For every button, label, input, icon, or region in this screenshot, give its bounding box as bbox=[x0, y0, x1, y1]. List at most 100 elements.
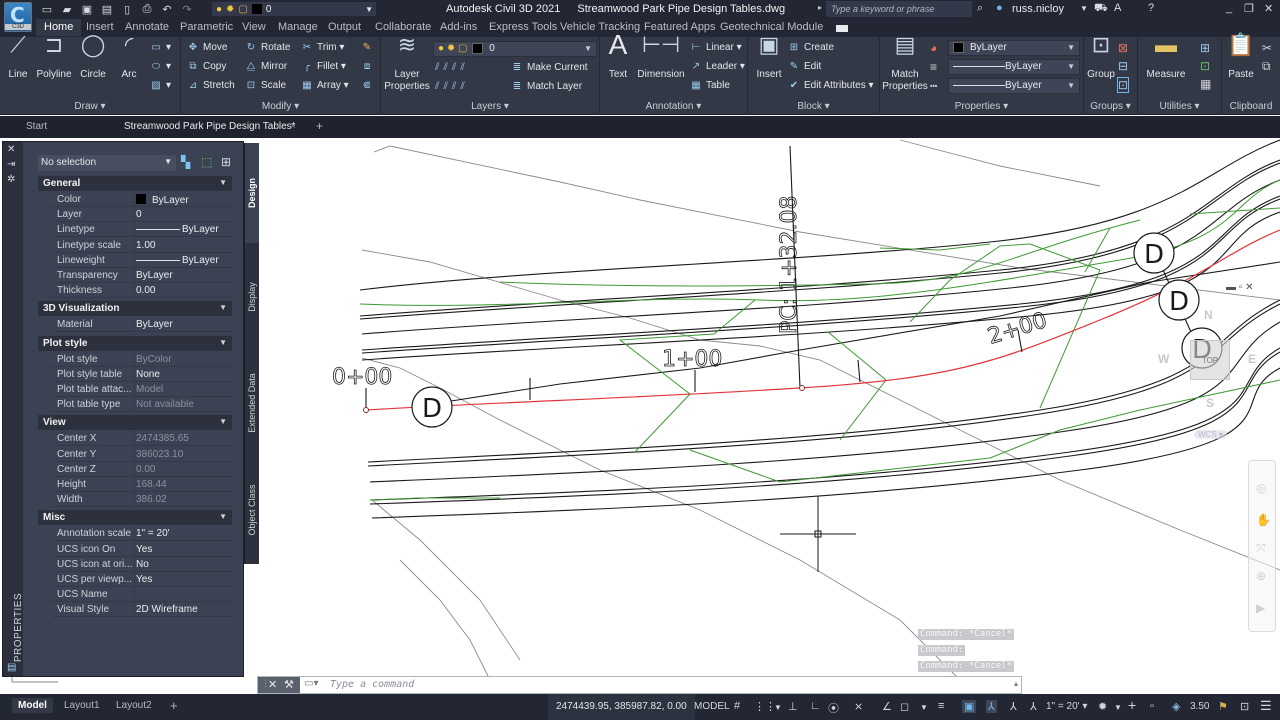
close-tab-icon[interactable]: × bbox=[290, 121, 296, 132]
cut-icon[interactable]: ✂ bbox=[1262, 41, 1272, 55]
property-value[interactable]: ByColor bbox=[136, 354, 172, 365]
edit-attributes-button[interactable]: ✔ Edit Attributes ▾ bbox=[786, 78, 874, 94]
lineweight-dropdown[interactable]: ByLayer ▼ bbox=[948, 59, 1080, 75]
qat-layer-dropdown[interactable]: ● ✹ ▢ 0 ▼ bbox=[212, 2, 376, 16]
compass-east[interactable]: E bbox=[1248, 352, 1256, 366]
collapse-icon[interactable]: ▼ bbox=[219, 417, 227, 426]
annotation-scale-icon[interactable]: ⅄ bbox=[1030, 700, 1037, 713]
close-icon[interactable]: ✕ bbox=[7, 144, 15, 155]
pc-point[interactable] bbox=[799, 385, 805, 391]
property-value[interactable]: 0.00 bbox=[136, 464, 155, 475]
line-button[interactable]: ⟋ Line bbox=[4, 34, 32, 81]
tab-display[interactable]: Display bbox=[244, 243, 259, 351]
make-current-button[interactable]: ≣ Make Current bbox=[509, 60, 588, 76]
close-icon[interactable]: ✕ bbox=[1264, 2, 1273, 15]
property-row[interactable]: UCS icon On Yes bbox=[52, 541, 232, 557]
property-group-header[interactable]: Plot style ▼ bbox=[38, 335, 232, 351]
layer-properties-button[interactable]: ≋ Layer Properties bbox=[383, 34, 431, 93]
new-file-icon[interactable]: ▭ bbox=[40, 3, 54, 16]
alignment-start-point[interactable] bbox=[363, 407, 369, 413]
chevron-down-icon[interactable]: ▼ bbox=[1114, 703, 1122, 712]
copy-button[interactable]: ⧉ Copy bbox=[185, 59, 226, 75]
property-value[interactable]: ByLayer bbox=[136, 194, 189, 206]
match-properties-button[interactable]: ▤ Match Properties bbox=[882, 34, 928, 93]
tab-output[interactable]: Output bbox=[328, 21, 361, 33]
save-icon[interactable]: ▣ bbox=[80, 3, 94, 16]
tab-view[interactable]: View bbox=[242, 21, 266, 33]
tab-express-tools[interactable]: Express Tools bbox=[489, 21, 557, 33]
property-value[interactable]: Model bbox=[136, 384, 163, 395]
save-as-icon[interactable]: ▤ bbox=[100, 3, 114, 16]
model-space-button[interactable]: MODEL bbox=[694, 701, 730, 712]
redo-icon[interactable]: ↷ bbox=[180, 3, 194, 16]
new-layout-button[interactable]: + bbox=[164, 696, 184, 715]
leader-button[interactable]: ↗ Leader ▾ bbox=[688, 59, 745, 75]
transparency-icon[interactable]: ▣ bbox=[962, 700, 977, 713]
restore-icon[interactable]: ❐ bbox=[1244, 2, 1254, 15]
property-value[interactable]: 2474385.65 bbox=[136, 433, 189, 444]
property-value[interactable]: ByLayer bbox=[136, 255, 219, 266]
command-history-toggle[interactable]: ▴ bbox=[1014, 679, 1018, 688]
explode-button[interactable]: ⧈ bbox=[359, 59, 377, 75]
group-button[interactable]: ⊡ Group bbox=[1086, 34, 1116, 81]
text-button[interactable]: A Text bbox=[606, 31, 630, 81]
units-icon[interactable]: ▫ bbox=[1150, 700, 1154, 712]
model-tab[interactable]: Model bbox=[12, 698, 53, 713]
property-row[interactable]: Plot table type Not available bbox=[52, 397, 232, 413]
select-all-icon[interactable]: ⊡ bbox=[1200, 59, 1210, 73]
property-row[interactable]: Annotation scale 1" = 20' bbox=[52, 526, 232, 542]
polar-tracking-icon[interactable]: ⦿ bbox=[828, 700, 839, 716]
property-value[interactable]: 168.44 bbox=[136, 479, 167, 490]
property-row[interactable]: Lineweight ByLayer bbox=[52, 252, 232, 268]
annotation-visibility-icon[interactable]: ⅄ bbox=[986, 700, 997, 713]
help-search-input[interactable]: Type a keyword or phrase bbox=[826, 1, 972, 17]
ucs-menu[interactable]: WCS ▾ bbox=[1194, 430, 1227, 439]
command-input[interactable]: Type a command bbox=[330, 679, 414, 690]
customization-menu-icon[interactable]: ☰ bbox=[1260, 698, 1272, 714]
grid-icon[interactable]: # bbox=[734, 700, 740, 712]
collapse-icon[interactable]: ▼ bbox=[219, 178, 227, 187]
property-row[interactable]: Plot style table None bbox=[52, 366, 232, 382]
utilities-panel-title[interactable]: Utilities ▾ bbox=[1138, 101, 1221, 112]
property-value[interactable]: 1" = 20' bbox=[136, 528, 170, 539]
pan-icon[interactable]: ✋ bbox=[1256, 513, 1271, 527]
property-value[interactable]: 0 bbox=[136, 209, 142, 220]
edit-block-button[interactable]: ✎ Edit bbox=[786, 59, 821, 75]
stretch-button[interactable]: ⊿ Stretch bbox=[185, 78, 235, 94]
property-row[interactable]: Center Z 0.00 bbox=[52, 461, 232, 477]
recent-commands-icon[interactable]: ▭▾ bbox=[304, 678, 318, 689]
isodraft-icon[interactable]: ⨯ bbox=[854, 700, 863, 713]
polyline-button[interactable]: ⊐ Polyline bbox=[34, 34, 74, 81]
application-menu-button[interactable]: C C3D bbox=[4, 2, 32, 32]
properties-panel-title[interactable]: Properties ▾ bbox=[880, 101, 1083, 112]
measure-button[interactable]: ▬ Measure bbox=[1144, 34, 1188, 81]
showmotion-icon[interactable]: ▶ bbox=[1256, 601, 1265, 615]
property-value[interactable]: 2D Wireframe bbox=[136, 604, 198, 615]
toggle-pickadd-icon[interactable]: ▚ bbox=[181, 155, 190, 169]
paste-button[interactable]: 📋 Paste bbox=[1226, 34, 1256, 81]
property-row[interactable]: Color ByLayer bbox=[52, 192, 232, 207]
copy-clip-icon[interactable]: ⧉ bbox=[1262, 59, 1271, 74]
auto-scale-icon[interactable]: ⅄ bbox=[1010, 700, 1017, 713]
steering-wheel-icon[interactable]: ◎ bbox=[1256, 481, 1266, 495]
property-value[interactable]: ByLayer bbox=[136, 270, 173, 281]
search-expand-icon[interactable]: ▸ bbox=[818, 3, 822, 12]
property-row[interactable]: Visual Style 2D Wireframe bbox=[52, 602, 232, 618]
property-row[interactable]: Width 386.02 bbox=[52, 492, 232, 508]
active-drawing-tab[interactable]: Streamwood Park Pipe Design Tables* bbox=[124, 121, 296, 132]
chevron-down-icon[interactable]: ▼ bbox=[920, 703, 928, 712]
layout1-tab[interactable]: Layout1 bbox=[58, 698, 106, 713]
workspace-gear-icon[interactable]: ✹ bbox=[1098, 700, 1107, 713]
circle-button[interactable]: ◯ Circle bbox=[78, 34, 108, 81]
annotation-monitor-icon[interactable]: + bbox=[1128, 697, 1136, 713]
start-tab[interactable]: Start bbox=[26, 121, 47, 132]
property-value[interactable]: 386.02 bbox=[136, 494, 167, 505]
erase-button[interactable]: ✎ bbox=[359, 40, 377, 56]
plot-icon[interactable]: ⎙ bbox=[140, 3, 154, 16]
create-block-button[interactable]: ⊞ Create bbox=[786, 40, 834, 56]
property-value[interactable]: 1.00 bbox=[136, 240, 155, 251]
property-value[interactable]: No bbox=[136, 559, 149, 570]
auto-hide-icon[interactable]: ⇥ bbox=[7, 159, 15, 170]
property-row[interactable]: Height 168.44 bbox=[52, 477, 232, 492]
zoom-extents-icon[interactable]: ⤧ bbox=[1256, 541, 1266, 556]
